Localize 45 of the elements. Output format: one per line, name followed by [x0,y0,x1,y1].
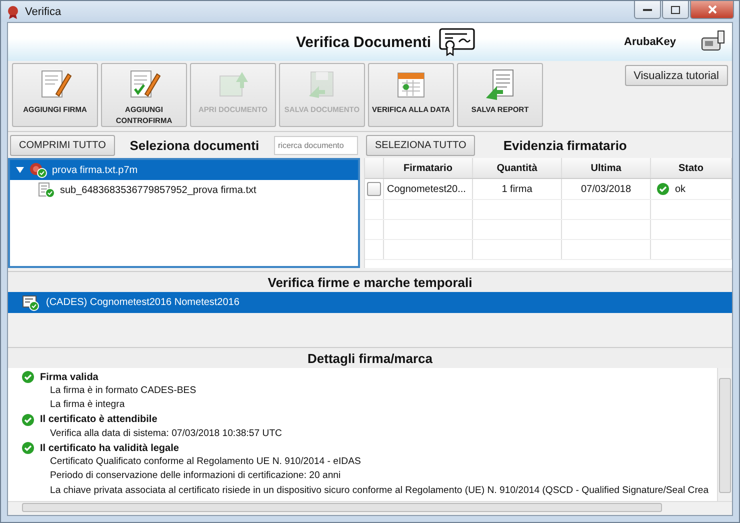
column-header[interactable]: Ultima [562,158,651,178]
minimize-button[interactable] [634,1,661,19]
collapse-all-button[interactable]: COMPRIMI TUTTO [10,134,115,156]
table-cell: 1 firma [473,179,562,199]
detail-text: La firma è integra [49,398,126,412]
brand-name: ArubaKey [624,36,676,48]
certificate-check-icon [22,294,40,310]
panel-title: Evidenzia firmatario [503,138,627,152]
detail-text: La chiave privata associata al certificato risiede in un dispositivo sicuro conforme al Regolamento (UE) N. 910/2014 (QSCD - Qualified Signature/Seal Crea [49,484,710,498]
panel-title: Seleziona documenti [128,138,260,152]
page-title: Verifica Documenti [296,34,432,50]
check-circle-icon [657,183,669,195]
horizontal-scrollbar[interactable] [8,501,732,515]
column-header[interactable]: Quantità [473,158,562,178]
detail-text: Periodo di conservazione delle informazioni di certificazione: 20 anni [49,469,342,484]
detail-text: La firma è in formato CADES-BES [49,384,198,398]
window-title: Verifica [25,6,62,18]
table-cell: Cognometest20... [384,179,473,199]
checkbox[interactable] [367,182,381,196]
maximize-icon [671,6,680,14]
column-header[interactable]: Firmatario [384,158,473,178]
maximize-button[interactable] [662,1,689,19]
tutorial-button[interactable]: Visualizza tutorial [624,65,728,86]
expand-arrow-icon[interactable] [16,166,24,174]
detail-heading: Il certificato ha validità legale [40,442,179,454]
certificate-icon [439,28,476,56]
detail-text: Certificato Qualificato conforme al Regolamento UE N. 910/2014 - eIDAS [49,455,362,470]
select-all-button[interactable]: SELEZIONA TUTTO [366,134,476,156]
close-icon [708,5,716,14]
detail-heading: Il certificato è attendibile [40,414,158,426]
seal-icon [6,4,20,18]
vertical-scrollbar[interactable] [717,368,732,501]
minimize-icon [643,8,652,11]
tree-item[interactable]: prova firma.txt.p7m [10,160,358,180]
seal-check-icon [28,162,48,178]
search-field[interactable]: ricerca documento [274,136,358,154]
close-button[interactable] [690,1,734,19]
detail-text: Verifica alla data di sistema: 07/03/2018 10:38:57 UTC [49,426,283,441]
status-text: ok [675,184,686,194]
detail-heading: Firma valida [40,372,98,383]
document-check-icon [38,182,56,198]
tree-item[interactable]: sub_6483683536779857952_prova firma.txt [10,180,358,200]
table-cell: 07/03/2018 [562,179,651,199]
signature-item[interactable]: (CADES) Cognometest2016 Nometest2016 [8,292,732,313]
column-header[interactable]: Stato [651,158,732,178]
